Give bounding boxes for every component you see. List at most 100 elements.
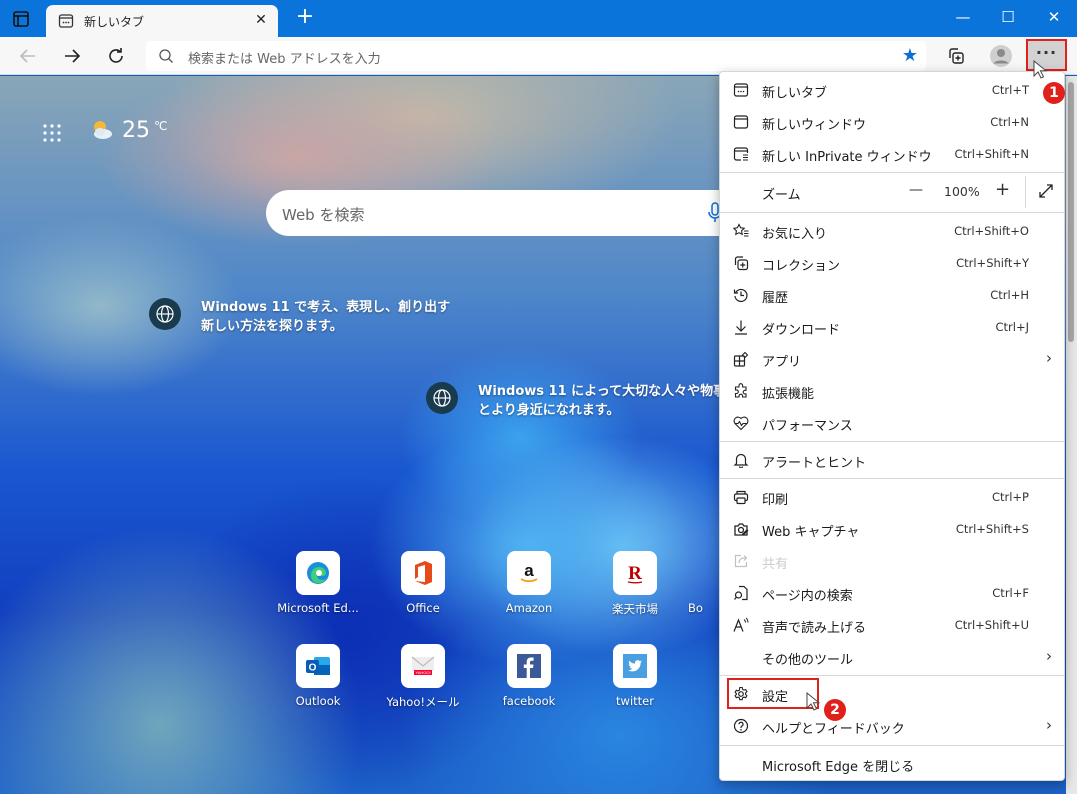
chevron-right-icon: ›: [1046, 647, 1052, 665]
menu-item-new-window[interactable]: 新しいウィンドウ Ctrl+N: [720, 106, 1064, 138]
menu-item-help-and-feedback[interactable]: ヘルプとフィードバック ›: [720, 710, 1064, 742]
mouse-cursor-icon: [1033, 60, 1047, 79]
menu-item-close-edge[interactable]: Microsoft Edge を閉じる: [720, 748, 1064, 780]
menu-item-label: 新しいウィンドウ: [762, 118, 867, 133]
quick-link-label: Microsoft Ed...: [277, 601, 359, 615]
menu-separator: [720, 212, 1064, 213]
menu-item-performance[interactable]: パフォーマンス: [720, 407, 1064, 439]
collections-icon: [733, 255, 749, 271]
quick-link-label: Amazon: [505, 601, 553, 615]
minimize-button[interactable]: —: [940, 0, 986, 34]
page-scrollbar[interactable]: [1066, 76, 1077, 794]
chevron-right-icon: ›: [1046, 349, 1052, 367]
zoom-in-button[interactable]: +: [995, 179, 1010, 200]
zoom-divider: [1025, 176, 1026, 208]
menu-item-print[interactable]: 印刷 Ctrl+P: [720, 481, 1064, 513]
tip-line: とより身近になれます。: [478, 403, 620, 418]
menu-item-web-capture[interactable]: Web キャプチャ Ctrl+Shift+S: [720, 513, 1064, 545]
fullscreen-icon: [1039, 184, 1053, 198]
quick-link-twitter[interactable]: twitter: [582, 644, 688, 708]
menu-item-shortcut: Ctrl+N: [990, 115, 1029, 129]
web-search-placeholder: Web を検索: [282, 206, 365, 224]
new-tab-button[interactable]: +: [294, 6, 316, 29]
address-bar[interactable]: 検索または Web アドレスを入力 ★: [146, 41, 926, 71]
fullscreen-button[interactable]: [1038, 183, 1054, 202]
amazon-icon: a: [520, 561, 538, 583]
maximize-button[interactable]: ☐: [985, 0, 1031, 34]
menu-item-collections[interactable]: コレクション Ctrl+Shift+Y: [720, 247, 1064, 279]
quick-link-edge[interactable]: Microsoft Ed...: [265, 551, 371, 615]
new-tab-icon: [733, 82, 749, 98]
quick-link-rakuten[interactable]: R 楽天市場: [582, 551, 688, 617]
menu-item-find-on-page[interactable]: ページ内の検索 Ctrl+F: [720, 577, 1064, 609]
menu-item-label: ダウンロード: [762, 323, 841, 338]
menu-item-label: 履歴: [762, 291, 789, 306]
print-icon: [733, 489, 749, 505]
tip-card-2[interactable]: Windows 11 によって大切な人々や物事 とより身近になれます。: [426, 382, 726, 420]
menu-item-new-inprivate-window[interactable]: 新しい InPrivate ウィンドウ Ctrl+Shift+N: [720, 138, 1064, 170]
inprivate-icon: [733, 146, 749, 162]
menu-item-read-aloud[interactable]: 音声で読み上げる Ctrl+Shift+U: [720, 609, 1064, 641]
app-launcher-icon[interactable]: [42, 123, 62, 143]
tip-line: 新しい方法を探ります。: [201, 319, 343, 334]
forward-button[interactable]: [58, 42, 86, 70]
menu-item-label: その他のツール: [762, 653, 854, 668]
quick-link-label: twitter: [616, 694, 654, 708]
menu-item-favorites[interactable]: お気に入り Ctrl+Shift+O: [720, 215, 1064, 247]
menu-item-label: アラートとヒント: [762, 456, 867, 471]
menu-item-history[interactable]: 履歴 Ctrl+H: [720, 279, 1064, 311]
favorites-icon: [733, 223, 749, 239]
menu-separator: [720, 745, 1064, 746]
menu-item-label: 拡張機能: [762, 387, 815, 402]
quick-link-facebook[interactable]: facebook: [476, 644, 582, 708]
quick-link-outlook[interactable]: O Outlook: [265, 644, 371, 708]
office-icon: [415, 561, 432, 585]
weather-temperature: 25: [122, 118, 150, 143]
menu-item-downloads[interactable]: ダウンロード Ctrl+J: [720, 311, 1064, 343]
quick-link-amazon[interactable]: a Amazon: [476, 551, 582, 615]
quick-link-partial[interactable]: Bo: [688, 551, 718, 615]
menu-item-shortcut: Ctrl+Shift+U: [954, 618, 1029, 632]
zoom-out-button[interactable]: —: [909, 182, 923, 198]
web-search-box[interactable]: Web を検索: [266, 190, 736, 236]
close-tab-button[interactable]: ✕: [252, 11, 270, 29]
menu-item-label: 共有: [762, 557, 789, 572]
weather-widget[interactable]: 25 ℃: [90, 118, 167, 146]
menu-item-alerts-and-tips[interactable]: アラートとヒント: [720, 444, 1064, 476]
read-aloud-icon: [733, 617, 749, 633]
tab-actions-icon[interactable]: [12, 10, 30, 28]
favorite-star-icon[interactable]: ★: [902, 45, 918, 66]
menu-item-more-tools[interactable]: その他のツール ›: [720, 641, 1064, 673]
svg-text:a: a: [524, 561, 534, 580]
performance-icon: [733, 415, 749, 431]
menu-item-new-tab[interactable]: 新しいタブ Ctrl+T: [720, 74, 1064, 106]
twitter-icon: [623, 654, 647, 678]
step-badge-1: 1: [1043, 82, 1065, 104]
quick-link-yahoo-mail[interactable]: YAHOO! Yahoo!メール: [370, 644, 476, 710]
menu-item-label: 新しい InPrivate ウィンドウ: [762, 150, 932, 165]
collections-icon: [949, 48, 964, 64]
close-window-button[interactable]: ✕: [1031, 0, 1077, 34]
refresh-button[interactable]: [102, 42, 130, 70]
search-icon: [158, 48, 174, 68]
menu-item-extensions[interactable]: 拡張機能: [720, 375, 1064, 407]
bell-icon: [733, 452, 749, 468]
tab-new-tab[interactable]: 新しいタブ ✕: [46, 5, 278, 38]
menu-item-apps[interactable]: アプリ ›: [720, 343, 1064, 375]
menu-item-label: Web キャプチャ: [762, 525, 860, 540]
toolbar: 検索または Web アドレスを入力 ★ ···: [0, 37, 1077, 75]
tip-card-1[interactable]: Windows 11 で考え、表現し、創り出す 新しい方法を探ります。: [149, 298, 450, 336]
collections-button[interactable]: [942, 42, 970, 70]
share-icon: [733, 553, 749, 569]
profile-button[interactable]: [987, 42, 1015, 70]
weather-unit: ℃: [154, 119, 168, 133]
menu-item-zoom: ズーム: [720, 176, 1064, 208]
quick-link-label: facebook: [502, 694, 556, 708]
arrow-left-icon: [19, 49, 35, 63]
step-badge-2: 2: [824, 699, 846, 721]
back-button[interactable]: [14, 42, 42, 70]
menu-item-shortcut: Ctrl+Shift+O: [954, 224, 1029, 238]
menu-item-share: 共有: [720, 545, 1064, 577]
scrollbar-thumb[interactable]: [1068, 82, 1074, 342]
quick-link-office[interactable]: Office: [370, 551, 476, 615]
